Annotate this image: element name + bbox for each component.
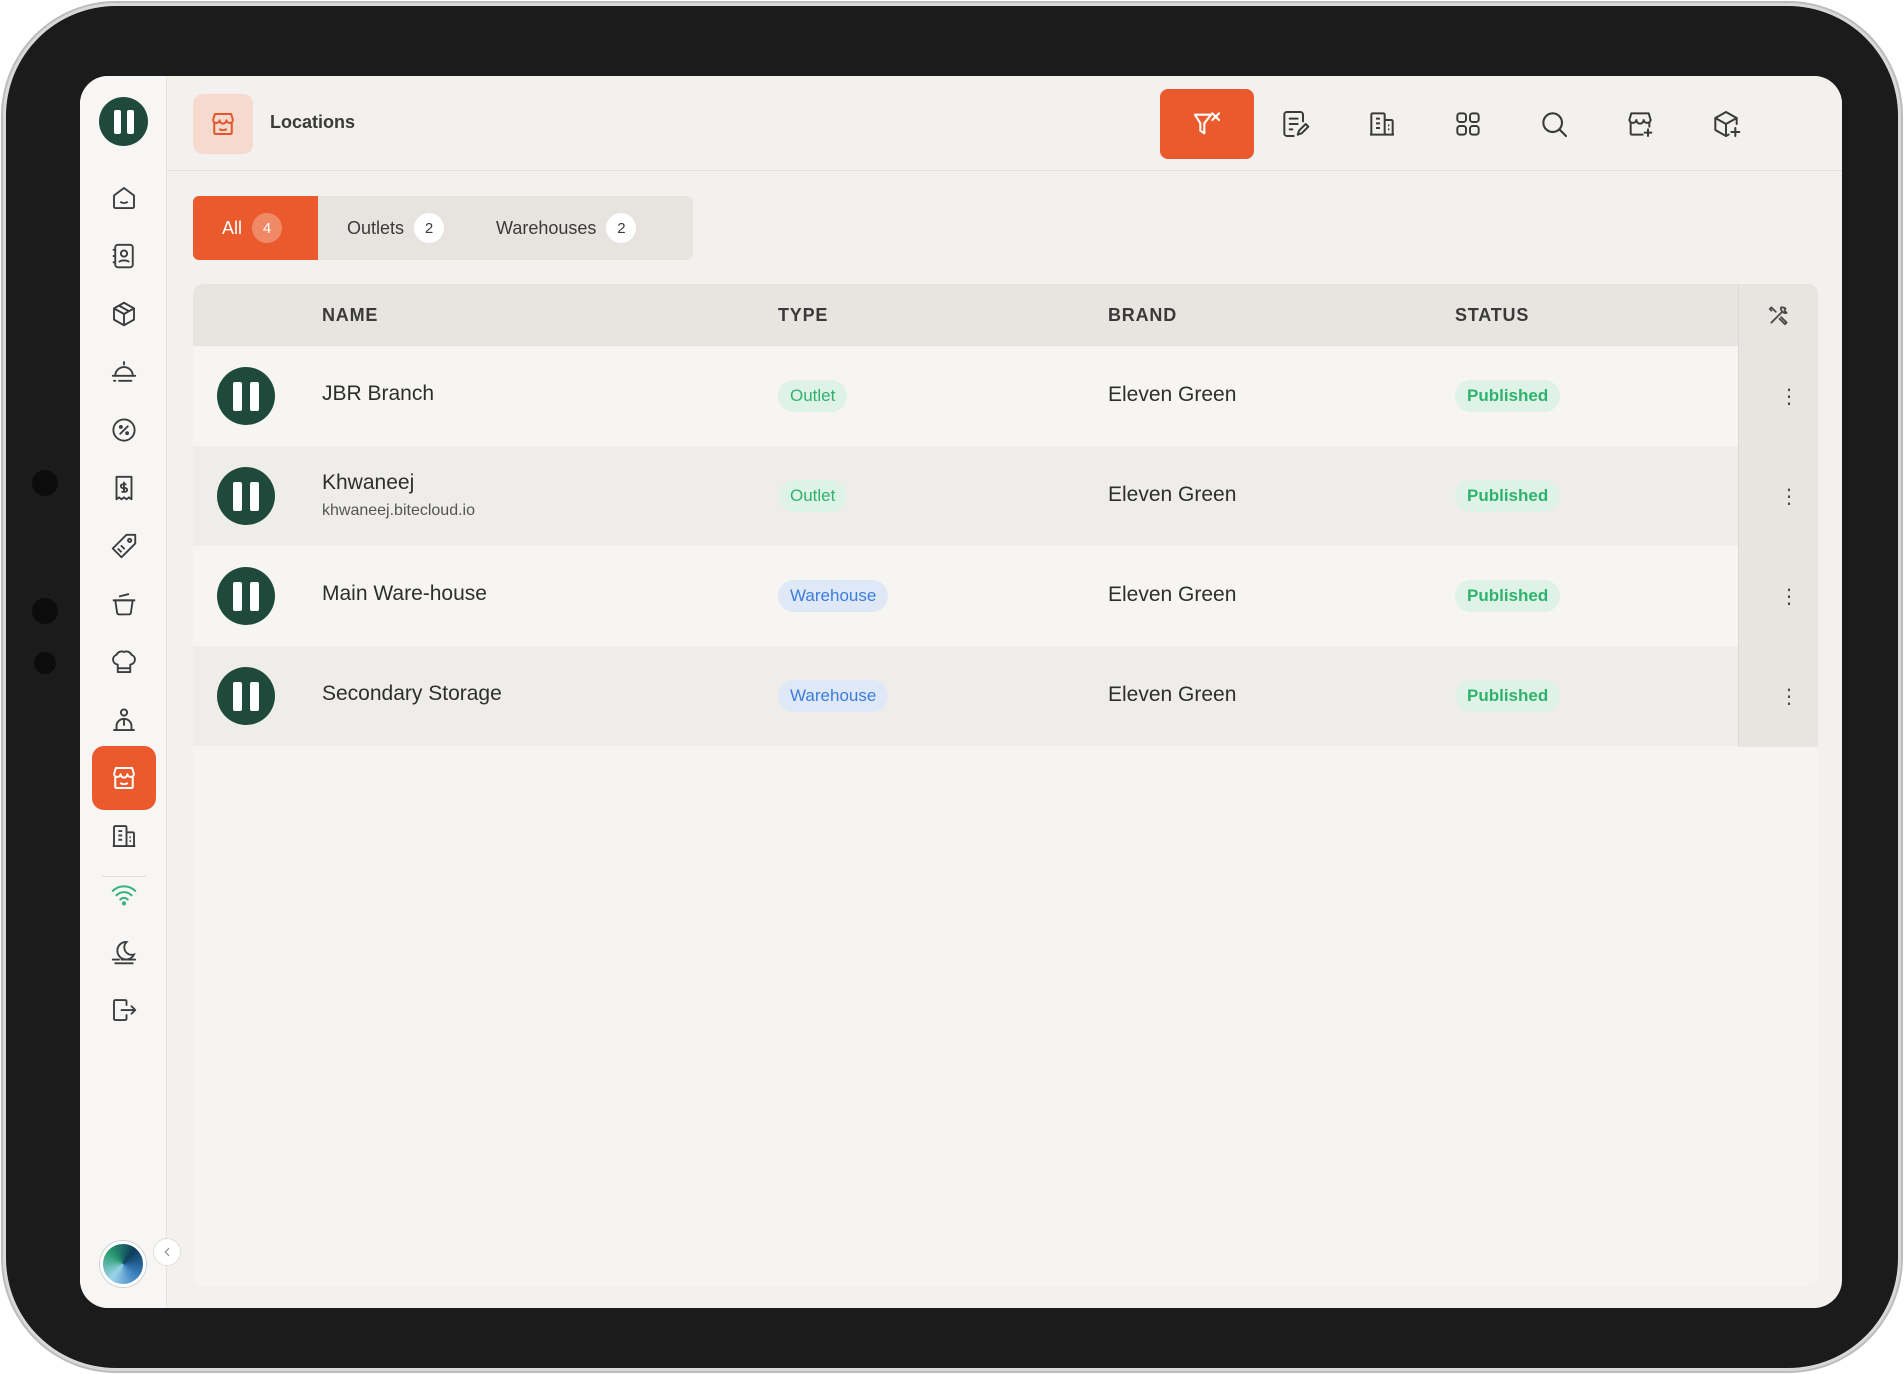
logout-icon[interactable]	[92, 978, 156, 1042]
tools-icon[interactable]	[1766, 302, 1792, 328]
column-header-type[interactable]: TYPE	[778, 305, 828, 326]
wifi-icon[interactable]	[92, 862, 156, 926]
tab-label: Outlets	[347, 217, 405, 238]
tab-all[interactable]: All 4	[193, 196, 318, 260]
clear-filter-icon[interactable]	[1160, 89, 1254, 159]
camera-dot	[32, 598, 58, 624]
tab-label: Warehouses	[496, 217, 597, 238]
table-settings-column	[1738, 284, 1818, 747]
store-icon	[193, 94, 253, 154]
brand-name: Eleven Green	[1108, 583, 1237, 606]
row-menu-icon[interactable]: ⋮	[1776, 584, 1802, 610]
location-name: Khwaneej	[322, 471, 415, 494]
user-avatar[interactable]	[100, 1241, 146, 1287]
status-badge: Published	[1455, 380, 1561, 412]
delivery-icon[interactable]	[92, 340, 156, 404]
location-name: JBR Branch	[322, 382, 435, 405]
type-badge: Outlet	[778, 380, 848, 412]
contacts-icon[interactable]	[92, 224, 156, 288]
column-header-status[interactable]: STATUS	[1455, 305, 1529, 326]
location-name: Secondary Storage	[322, 682, 502, 705]
receipt-icon[interactable]	[92, 456, 156, 520]
box-add-icon[interactable]	[1679, 89, 1773, 159]
camera-dot	[34, 652, 56, 674]
row-menu-icon[interactable]: ⋮	[1776, 484, 1802, 510]
pot-icon[interactable]	[92, 572, 156, 636]
brand-logo	[217, 367, 275, 425]
location-name: Main Ware-house	[322, 582, 487, 605]
locations-table: NAME TYPE BRAND STATUS JBR Branch Outlet…	[193, 284, 1818, 1286]
sidebar	[80, 76, 167, 1308]
brand-name: Eleven Green	[1108, 383, 1237, 406]
status-badge: Published	[1455, 680, 1561, 712]
note-edit-icon[interactable]	[1248, 89, 1342, 159]
chef-hat-icon[interactable]	[92, 630, 156, 694]
type-badge: Outlet	[778, 480, 848, 512]
table-header: NAME TYPE BRAND STATUS	[193, 284, 1818, 346]
app-logo[interactable]	[99, 97, 148, 146]
store-icon[interactable]	[92, 746, 156, 810]
brand-name: Eleven Green	[1108, 483, 1237, 506]
table-row[interactable]: Khwaneej khwaneej.bitecloud.io Outlet El…	[193, 446, 1738, 546]
chevron-left-icon[interactable]	[153, 1238, 181, 1266]
box-icon[interactable]	[92, 282, 156, 346]
row-menu-icon[interactable]: ⋮	[1776, 384, 1802, 410]
type-badge: Warehouse	[778, 580, 889, 612]
table-row[interactable]: JBR Branch Outlet Eleven Green Published	[193, 346, 1738, 446]
tab-count: 4	[252, 213, 283, 243]
column-header-brand[interactable]: BRAND	[1108, 305, 1177, 326]
tab-label: All	[222, 217, 243, 238]
building-icon[interactable]	[92, 804, 156, 868]
status-badge: Published	[1455, 480, 1561, 512]
tab-count: 2	[606, 213, 637, 243]
brand-logo	[217, 467, 275, 525]
brand-name: Eleven Green	[1108, 683, 1237, 706]
type-badge: Warehouse	[778, 680, 889, 712]
tag-icon[interactable]	[92, 514, 156, 578]
table-row[interactable]: Secondary Storage Warehouse Eleven Green…	[193, 646, 1738, 746]
filter-tabs: All 4 Outlets 2 Warehouses 2	[193, 196, 693, 260]
waiter-icon[interactable]	[92, 688, 156, 752]
location-subdomain: khwaneej.bitecloud.io	[322, 502, 475, 519]
page-title: Locations	[270, 112, 356, 132]
discount-icon[interactable]	[92, 398, 156, 462]
home-icon[interactable]	[92, 166, 156, 230]
building-icon[interactable]	[1335, 89, 1429, 159]
status-badge: Published	[1455, 580, 1561, 612]
search-icon[interactable]	[1507, 89, 1601, 159]
tablet-frame: Locations All 4 Outlets 2 Warehouses 2 N…	[6, 6, 1898, 1368]
camera-dot	[32, 470, 58, 496]
app-screen: Locations All 4 Outlets 2 Warehouses 2 N…	[80, 76, 1842, 1308]
top-header: Locations	[167, 76, 1842, 171]
theme-icon[interactable]	[92, 920, 156, 984]
brand-logo	[217, 567, 275, 625]
grid-icon[interactable]	[1421, 89, 1515, 159]
tab-count: 2	[414, 213, 445, 243]
tab-warehouses[interactable]: Warehouses 2	[482, 196, 682, 260]
row-menu-icon[interactable]: ⋮	[1776, 684, 1802, 710]
table-row[interactable]: Main Ware-house Warehouse Eleven Green P…	[193, 546, 1738, 646]
column-header-name[interactable]: NAME	[322, 305, 378, 326]
tab-outlets[interactable]: Outlets 2	[318, 196, 482, 260]
store-add-icon[interactable]	[1593, 89, 1687, 159]
brand-logo	[217, 667, 275, 725]
